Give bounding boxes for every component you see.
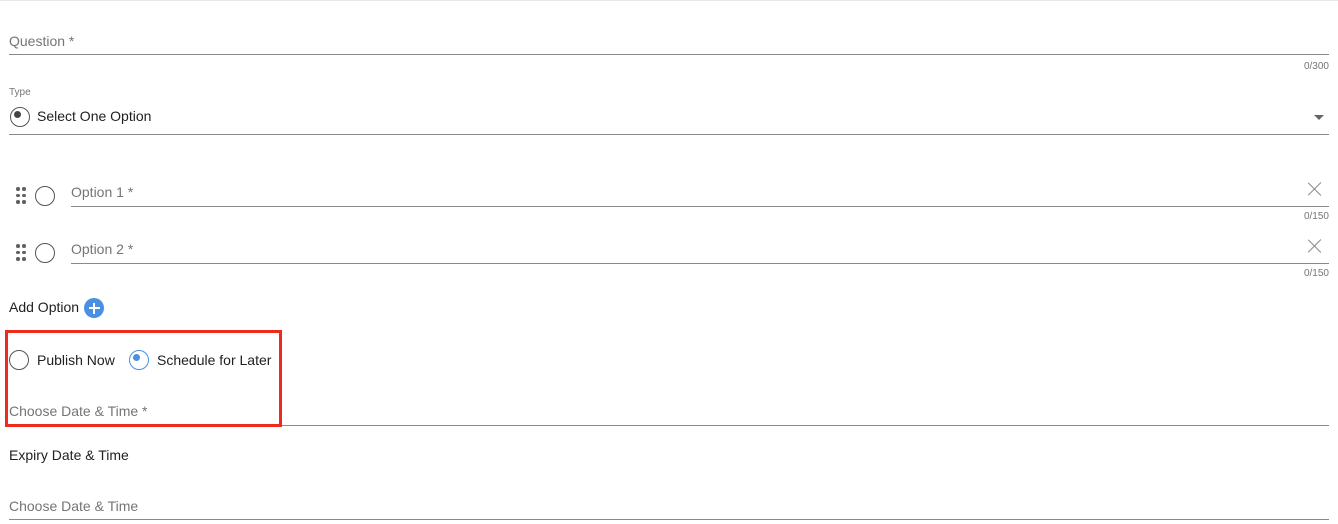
add-option-label: Add Option [9, 299, 80, 315]
close-icon[interactable] [1308, 239, 1322, 253]
plus-circle-icon [84, 298, 104, 318]
question-placeholder: Question * [9, 33, 75, 49]
radio-unchecked-icon [35, 243, 55, 263]
expiry-label: Expiry Date & Time [9, 447, 129, 463]
highlight-box [5, 330, 282, 427]
chevron-down-icon [1314, 115, 1324, 120]
drag-handle-icon[interactable] [16, 244, 26, 262]
option-underline [71, 263, 1329, 264]
type-value: Select One Option [37, 108, 152, 124]
option-placeholder: Option 2 * [71, 241, 134, 257]
radio-unchecked-icon [35, 186, 55, 206]
option-placeholder: Option 1 * [71, 184, 134, 200]
question-counter: 0/300 [1303, 61, 1329, 72]
expiry-date-underline [9, 519, 1329, 520]
type-underline [9, 134, 1329, 135]
type-label: Type [9, 87, 31, 98]
option-counter: 0/150 [1303, 211, 1329, 222]
drag-handle-icon[interactable] [16, 187, 26, 205]
expiry-date-placeholder: Choose Date & Time [9, 498, 139, 514]
radio-checked-icon [10, 107, 30, 127]
top-divider [0, 0, 1338, 1]
close-icon[interactable] [1308, 182, 1322, 196]
option-counter: 0/150 [1303, 268, 1329, 279]
option-underline [71, 206, 1329, 207]
question-underline [9, 54, 1329, 55]
